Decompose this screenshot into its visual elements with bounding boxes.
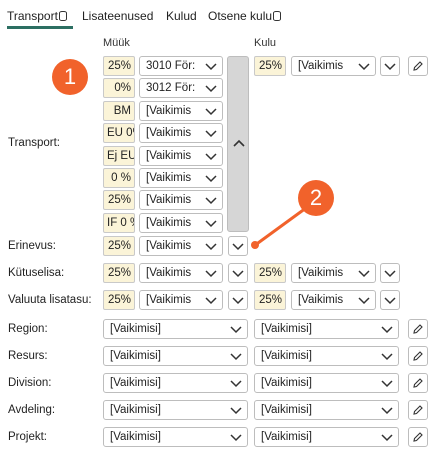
callout-badge-2: 2: [298, 180, 334, 216]
callout-badge-1: 1: [52, 59, 88, 95]
